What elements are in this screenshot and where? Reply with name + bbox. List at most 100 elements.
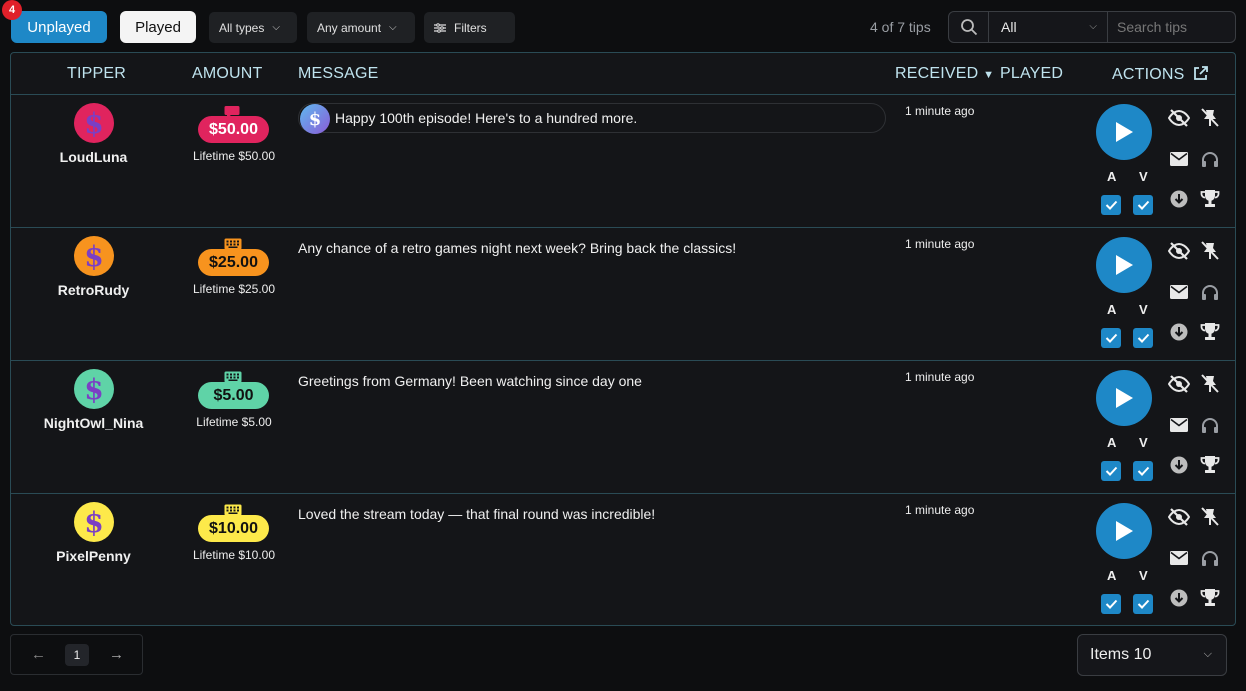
download-button[interactable]	[1168, 321, 1190, 343]
message-text: Any chance of a retro games night next w…	[298, 240, 737, 256]
unpin-button[interactable]	[1199, 373, 1221, 395]
video-label: V	[1139, 435, 1148, 450]
download-circle-icon	[1170, 589, 1188, 607]
leaderboard-button[interactable]	[1199, 321, 1221, 343]
lifetime-total: Lifetime $25.00	[192, 282, 276, 296]
filters-button[interactable]: Filters	[424, 12, 515, 43]
checkmark-icon	[1137, 333, 1149, 343]
video-checkbox[interactable]	[1133, 461, 1153, 481]
header-played[interactable]: PLAYED	[1000, 65, 1063, 83]
download-circle-icon	[1170, 456, 1188, 474]
audio-label: A	[1107, 435, 1117, 450]
leaderboard-button[interactable]	[1199, 188, 1221, 210]
play-icon	[1116, 255, 1133, 275]
play-button[interactable]	[1096, 104, 1152, 160]
unpin-button[interactable]	[1199, 506, 1221, 528]
hide-button[interactable]	[1168, 240, 1190, 262]
toolbar: Unplayed 4 Played All types ⌵ Any amount…	[0, 0, 1246, 52]
header-tipper[interactable]: TIPPER	[67, 65, 126, 83]
eye-slash-icon	[1168, 508, 1190, 526]
play-button[interactable]	[1096, 237, 1152, 293]
header-actions-label: ACTIONS	[1112, 66, 1185, 83]
hide-button[interactable]	[1168, 373, 1190, 395]
listen-button[interactable]	[1199, 281, 1221, 303]
eye-slash-icon	[1168, 242, 1190, 260]
audio-checkbox[interactable]	[1101, 195, 1121, 215]
download-button[interactable]	[1168, 454, 1190, 476]
search-scope-select[interactable]: All ⌵	[989, 12, 1108, 42]
tipper-name[interactable]: NightOwl_Nina	[11, 415, 176, 431]
listen-button[interactable]	[1199, 148, 1221, 170]
received-time: 1 minute ago	[905, 370, 975, 384]
audio-checkbox[interactable]	[1101, 594, 1121, 614]
page-size-select[interactable]: Items 10 ⌵	[1077, 634, 1227, 676]
download-button[interactable]	[1168, 188, 1190, 210]
header-received[interactable]: RECEIVED ▼	[895, 65, 994, 83]
headphones-icon	[1202, 285, 1218, 300]
pin-slash-icon	[1201, 374, 1219, 393]
download-circle-icon	[1170, 323, 1188, 341]
trophy-icon	[1200, 456, 1220, 473]
headphones-icon	[1202, 418, 1218, 433]
search-button[interactable]	[949, 12, 989, 42]
header-actions: ACTIONS	[1112, 65, 1209, 84]
envelope-icon	[1170, 152, 1188, 166]
lifetime-total: Lifetime $50.00	[192, 149, 276, 163]
tipper-name[interactable]: LoudLuna	[11, 149, 176, 165]
play-button[interactable]	[1096, 503, 1152, 559]
message-button[interactable]	[1168, 148, 1190, 170]
leaderboard-button[interactable]	[1199, 587, 1221, 609]
chevron-down-icon: ⌵	[389, 22, 397, 33]
table-header: TIPPER AMOUNT MESSAGE RECEIVED ▼ PLAYED …	[11, 53, 1235, 95]
search-input[interactable]	[1109, 12, 1235, 42]
video-checkbox[interactable]	[1133, 195, 1153, 215]
listen-button[interactable]	[1199, 414, 1221, 436]
envelope-icon	[1170, 551, 1188, 565]
header-received-label: RECEIVED	[895, 65, 979, 82]
hide-button[interactable]	[1168, 506, 1190, 528]
listen-button[interactable]	[1199, 547, 1221, 569]
message-button[interactable]	[1168, 414, 1190, 436]
audio-label: A	[1107, 568, 1117, 583]
video-checkbox[interactable]	[1133, 328, 1153, 348]
amount-filter-dropdown[interactable]: Any amount ⌵	[307, 12, 415, 43]
played-tab-button[interactable]: Played	[120, 11, 196, 43]
audio-checkbox[interactable]	[1101, 461, 1121, 481]
leaderboard-button[interactable]	[1199, 454, 1221, 476]
play-icon	[1116, 388, 1133, 408]
audio-label: A	[1107, 169, 1117, 184]
video-label: V	[1139, 568, 1148, 583]
played-label: Played	[135, 18, 181, 36]
unpin-button[interactable]	[1199, 107, 1221, 129]
table-row: $ RetroRudy $25.00 Lifetime $25.00 Any c…	[11, 228, 1235, 361]
type-filter-label: All types	[219, 20, 265, 35]
unplayed-tab-button[interactable]: Unplayed	[11, 11, 107, 43]
video-label: V	[1139, 169, 1148, 184]
message-button[interactable]	[1168, 281, 1190, 303]
trophy-icon	[1200, 589, 1220, 606]
page-number-button[interactable]: 1	[65, 644, 89, 666]
dollar-avatar-icon: $	[300, 104, 330, 134]
header-amount[interactable]: AMOUNT	[192, 65, 263, 83]
play-button[interactable]	[1096, 370, 1152, 426]
search-group: All ⌵	[948, 11, 1236, 43]
unplayed-count-badge: 4	[2, 0, 22, 20]
dollar-avatar-icon: $	[74, 369, 114, 409]
next-page-button[interactable]: →	[109, 646, 124, 663]
download-button[interactable]	[1168, 587, 1190, 609]
external-link-icon[interactable]	[1193, 65, 1209, 81]
video-label: V	[1139, 302, 1148, 317]
checkmark-icon	[1137, 200, 1149, 210]
type-filter-dropdown[interactable]: All types ⌵	[209, 12, 297, 43]
tipper-name[interactable]: RetroRudy	[11, 282, 176, 298]
message-button[interactable]	[1168, 547, 1190, 569]
tipper-name[interactable]: PixelPenny	[11, 548, 176, 564]
unpin-button[interactable]	[1199, 240, 1221, 262]
prev-page-button[interactable]: ←	[31, 646, 46, 663]
header-message[interactable]: MESSAGE	[298, 65, 379, 83]
audio-checkbox[interactable]	[1101, 328, 1121, 348]
video-checkbox[interactable]	[1133, 594, 1153, 614]
lifetime-total: Lifetime $5.00	[196, 415, 272, 429]
hide-button[interactable]	[1168, 107, 1190, 129]
eye-slash-icon	[1168, 109, 1190, 127]
